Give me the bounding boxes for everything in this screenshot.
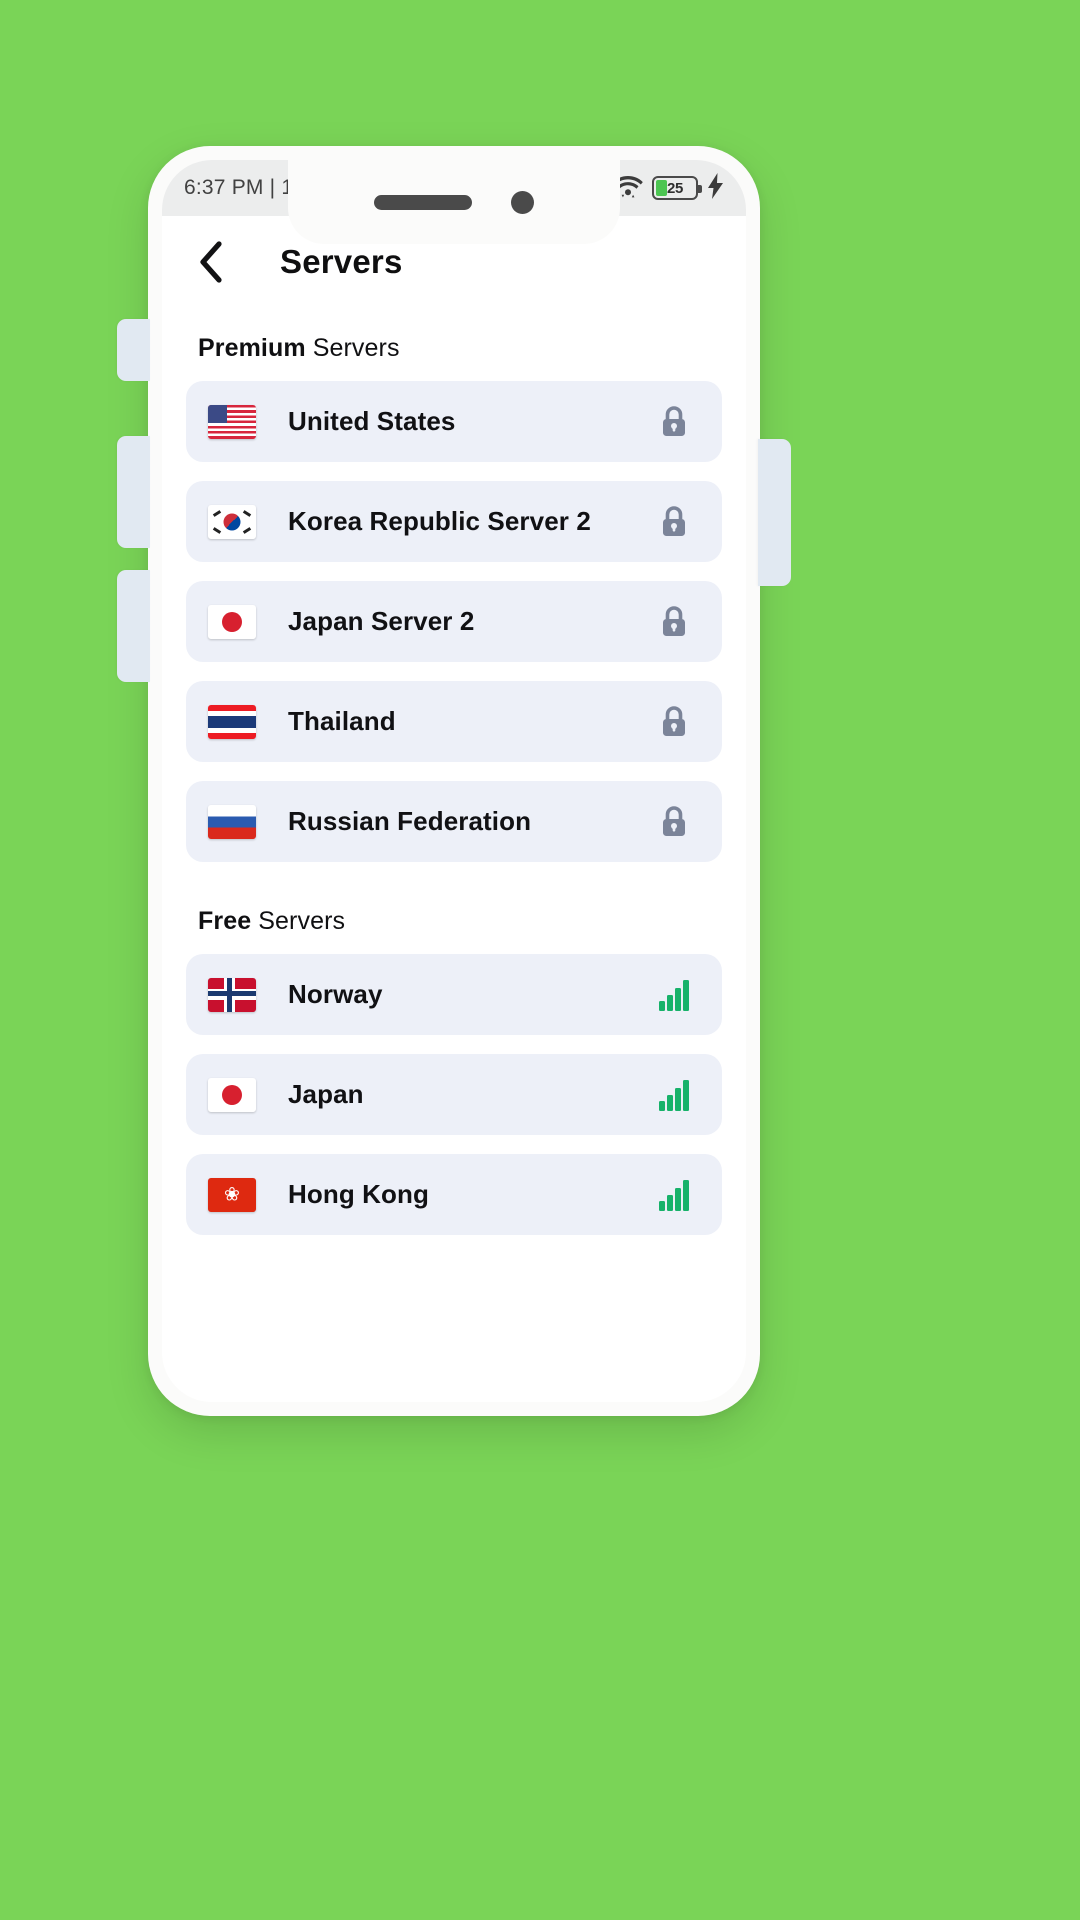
battery-percent-label: 25 — [667, 179, 683, 197]
flag-ru-icon — [208, 804, 256, 839]
server-row-japan-server-2[interactable]: Japan Server 2 — [186, 581, 722, 662]
back-button[interactable] — [188, 239, 234, 285]
mute-switch[interactable] — [117, 319, 150, 381]
section-header-free: Free Servers — [186, 881, 722, 954]
section-label-light: Servers — [305, 334, 400, 362]
volume-up-button[interactable] — [117, 436, 150, 548]
flag-hk-icon: ❀ — [208, 1177, 256, 1212]
signal-bars-icon — [654, 975, 694, 1015]
status-bar-clock: 6:37 PM | 1 — [184, 176, 294, 199]
section-label-light: Servers — [251, 907, 346, 935]
lock-icon — [654, 602, 694, 642]
server-name-label: Hong Kong — [288, 1179, 429, 1209]
phone-screen: 6:37 PM | 1 25 Servers Premium Servers U… — [162, 160, 746, 1402]
phone-device-frame: 6:37 PM | 1 25 Servers Premium Servers U… — [117, 146, 791, 1416]
server-row-hong-kong[interactable]: ❀ Hong Kong — [186, 1154, 722, 1235]
section-header-premium: Premium Servers — [186, 308, 722, 381]
flag-th-icon — [208, 704, 256, 739]
power-button[interactable] — [758, 439, 791, 586]
lock-icon — [654, 802, 694, 842]
display-notch — [288, 160, 620, 244]
section-label-strong: Premium — [198, 334, 306, 362]
server-name-label: Thailand — [288, 706, 396, 736]
front-camera-icon — [511, 190, 534, 214]
server-list-scroll[interactable]: Premium Servers United States Korea Repu… — [162, 308, 746, 1402]
speaker-grille-icon — [374, 194, 472, 210]
flag-jp-icon — [208, 1077, 256, 1112]
server-row-korea-republic-server-2[interactable]: Korea Republic Server 2 — [186, 481, 722, 562]
back-chevron-icon — [200, 241, 222, 283]
lock-icon — [654, 702, 694, 742]
server-name-label: United States — [288, 406, 456, 436]
lock-icon — [654, 402, 694, 442]
flag-kr-icon — [208, 504, 256, 539]
flag-no-icon — [208, 977, 256, 1012]
server-row-thailand[interactable]: Thailand — [186, 681, 722, 762]
status-bar-indicators: 25 — [613, 172, 724, 204]
lock-icon — [654, 502, 694, 542]
server-row-norway[interactable]: Norway — [186, 954, 722, 1035]
server-name-label: Japan — [288, 1079, 364, 1109]
server-name-label: Japan Server 2 — [288, 606, 475, 636]
signal-bars-icon — [654, 1075, 694, 1115]
flag-us-icon — [208, 404, 256, 439]
signal-bars-icon — [654, 1175, 694, 1215]
server-name-label: Russian Federation — [288, 806, 532, 836]
page-title: Servers — [280, 243, 403, 280]
server-row-united-states[interactable]: United States — [186, 381, 722, 462]
server-name-label: Norway — [288, 979, 383, 1009]
status-bar: 6:37 PM | 1 25 — [162, 160, 746, 244]
flag-jp-icon — [208, 604, 256, 639]
charging-bolt-icon — [707, 172, 724, 204]
server-row-japan[interactable]: Japan — [186, 1054, 722, 1135]
volume-down-button[interactable] — [117, 570, 150, 682]
server-name-label: Korea Republic Server 2 — [288, 506, 591, 536]
server-row-russian-federation[interactable]: Russian Federation — [186, 781, 722, 862]
section-label-strong: Free — [198, 907, 252, 935]
battery-icon: 25 — [652, 176, 702, 200]
